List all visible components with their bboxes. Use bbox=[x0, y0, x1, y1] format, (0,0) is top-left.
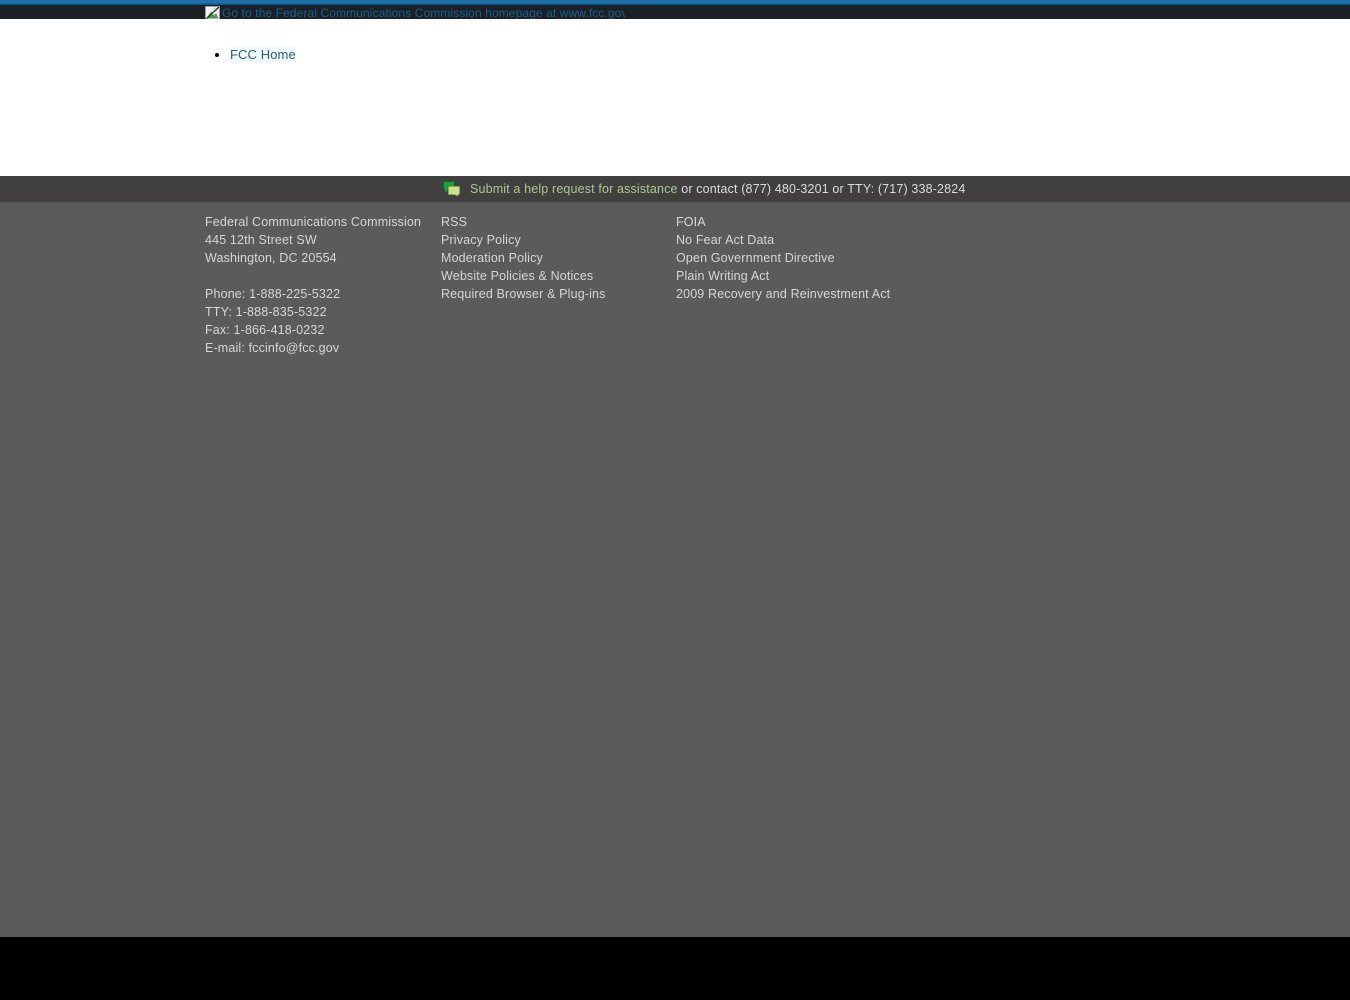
footer-address-spacer bbox=[205, 267, 425, 285]
footer-link-privacy-policy[interactable]: Privacy Policy bbox=[441, 231, 666, 249]
help-request-text: Submit a help request for assistance or … bbox=[470, 182, 965, 196]
footer-phone: Phone: 1-888-225-5322 bbox=[205, 287, 341, 301]
footer-address-line: Federal Communications Commission bbox=[205, 215, 422, 229]
footer-link-website-policies[interactable]: Website Policies & Notices bbox=[441, 267, 666, 285]
chat-bubble-icon bbox=[443, 181, 461, 197]
page-root: Go to the Federal Communications Commiss… bbox=[0, 0, 1350, 1000]
broken-image-icon bbox=[205, 6, 220, 19]
footer-fax: Fax: 1-866-418-0232 bbox=[205, 323, 325, 337]
fcc-logo-alt-text: Go to the Federal Communications Commiss… bbox=[222, 6, 625, 19]
footer-link-required-browser[interactable]: Required Browser & Plug-ins bbox=[441, 285, 666, 303]
footer-link-no-fear-act[interactable]: No Fear Act Data bbox=[676, 231, 936, 249]
help-request-inner: Submit a help request for assistance or … bbox=[443, 176, 965, 202]
footer-link-rss[interactable]: RSS bbox=[441, 213, 666, 231]
footer-link-moderation-policy[interactable]: Moderation Policy bbox=[441, 249, 666, 267]
footer-address-line: 445 12th Street SW bbox=[205, 233, 317, 247]
bottom-bar bbox=[0, 937, 1350, 1000]
breadcrumb: FCC Home bbox=[206, 46, 296, 63]
footer-address-line: Washington, DC 20554 bbox=[205, 251, 337, 265]
list-item: FCC Home bbox=[230, 46, 296, 63]
site-footer: Federal Communications Commission 445 12… bbox=[0, 202, 1350, 937]
footer-link-open-government[interactable]: Open Government Directive bbox=[676, 249, 936, 267]
footer-tty: TTY: 1-888-835-5322 bbox=[205, 305, 327, 319]
fcc-logo-link[interactable]: Go to the Federal Communications Commiss… bbox=[205, 6, 625, 19]
help-request-bar: Submit a help request for assistance or … bbox=[0, 176, 1350, 202]
footer-email: E-mail: fccinfo@fcc.gov bbox=[205, 341, 340, 355]
site-header: Go to the Federal Communications Commiss… bbox=[0, 5, 1350, 19]
main-content: FCC Home bbox=[0, 19, 1350, 176]
footer-link-foia[interactable]: FOIA bbox=[676, 213, 936, 231]
footer-gov-column: FOIA No Fear Act Data Open Government Di… bbox=[676, 213, 936, 303]
sidebar-item-fcc-home[interactable]: FCC Home bbox=[230, 47, 296, 62]
footer-address-column: Federal Communications Commission 445 12… bbox=[205, 213, 425, 357]
footer-link-plain-writing-act[interactable]: Plain Writing Act bbox=[676, 267, 936, 285]
help-contact-text: or contact (877) 480-3201 or TTY: (717) … bbox=[677, 182, 966, 196]
footer-link-recovery-act[interactable]: 2009 Recovery and Reinvestment Act bbox=[676, 285, 936, 303]
submit-help-request-link[interactable]: Submit a help request for assistance bbox=[470, 182, 678, 196]
footer-links-column: RSS Privacy Policy Moderation Policy Web… bbox=[441, 213, 666, 303]
